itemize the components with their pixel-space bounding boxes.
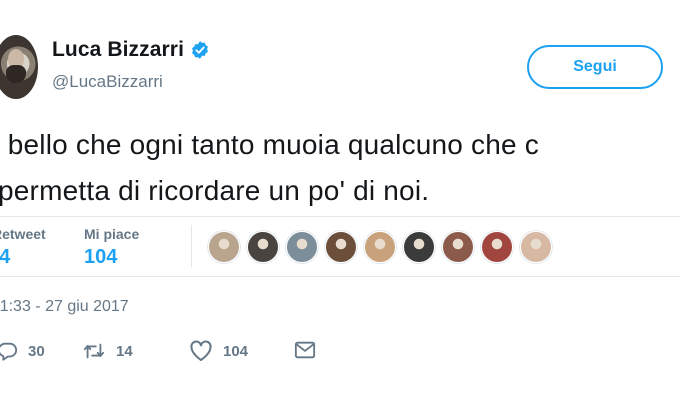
retweet-action[interactable]: 14: [82, 340, 133, 362]
envelope-icon: [294, 340, 316, 360]
direct-message-action[interactable]: [294, 340, 316, 360]
user-name[interactable]: Luca Bizzarri: [52, 38, 184, 62]
liker-avatar[interactable]: [325, 231, 357, 263]
retweet-count: 14: [116, 342, 133, 360]
liker-avatar[interactable]: [442, 231, 474, 263]
tweet-text-line-1: è bello che ogni tanto muoia qualcuno ch…: [0, 129, 539, 160]
stats-divider-bottom: [0, 276, 680, 277]
reply-icon: [0, 340, 18, 362]
liker-avatar[interactable]: [520, 231, 552, 263]
liker-avatar[interactable]: [481, 231, 513, 263]
user-handle[interactable]: @LucaBizzarri: [52, 72, 163, 92]
reply-action[interactable]: 30: [0, 340, 45, 362]
retweet-stat-label[interactable]: Retweet: [0, 226, 46, 242]
liker-avatar[interactable]: [286, 231, 318, 263]
liker-avatar[interactable]: [364, 231, 396, 263]
like-action[interactable]: 104: [189, 340, 248, 362]
retweet-icon: [82, 340, 106, 362]
likes-stat-label[interactable]: Mi piace: [84, 226, 139, 242]
verified-badge-icon: [190, 40, 210, 60]
user-avatar[interactable]: [0, 35, 38, 99]
liker-avatar[interactable]: [403, 231, 435, 263]
retweet-stat-value[interactable]: 14: [0, 246, 10, 269]
like-count: 104: [223, 342, 249, 360]
follow-button[interactable]: Segui: [527, 45, 663, 89]
stats-divider-top: [0, 216, 680, 217]
stats-vertical-divider: [191, 225, 192, 267]
liker-avatar[interactable]: [208, 231, 240, 263]
liker-avatars: [208, 231, 552, 263]
reply-count: 30: [28, 342, 45, 360]
likes-stat-value[interactable]: 104: [84, 246, 117, 269]
tweet-text: è bello che ogni tanto muoia qualcuno ch…: [0, 122, 680, 214]
liker-avatar[interactable]: [247, 231, 279, 263]
user-name-row[interactable]: Luca Bizzarri: [52, 38, 210, 62]
tweet-text-line-2: permetta di ricordare un po' di noi.: [0, 175, 430, 206]
tweet-timestamp[interactable]: 11:33 - 27 giu 2017: [0, 298, 129, 316]
heart-icon: [189, 340, 213, 362]
